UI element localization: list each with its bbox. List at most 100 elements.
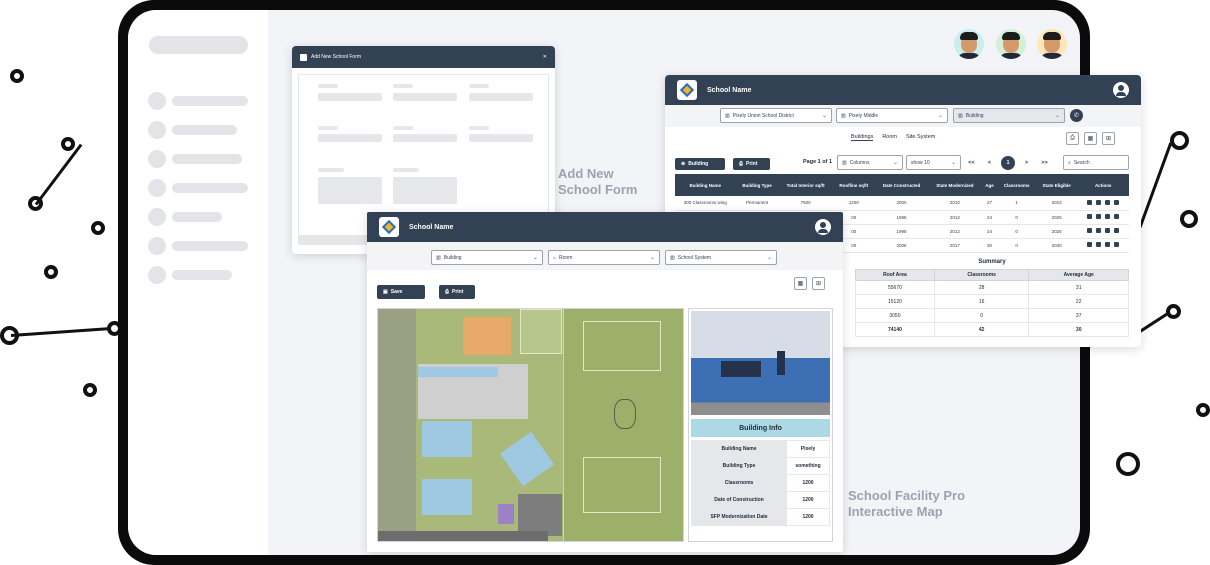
image-icon[interactable] bbox=[1087, 199, 1093, 205]
sidebar-item[interactable] bbox=[172, 125, 237, 135]
last-page-button[interactable]: >> bbox=[1038, 160, 1051, 166]
edit-icon[interactable] bbox=[1105, 242, 1111, 247]
user-icon[interactable] bbox=[1113, 82, 1129, 98]
columns-select[interactable]: ▥ Columns ⌄ bbox=[837, 155, 903, 170]
column-header[interactable]: Date Constructed bbox=[874, 174, 929, 196]
user-icon[interactable] bbox=[815, 219, 831, 235]
column-header[interactable]: Building Type bbox=[735, 174, 779, 196]
add-building-button[interactable]: ⊕ Building bbox=[675, 158, 725, 170]
field-input[interactable] bbox=[469, 134, 533, 142]
field-input[interactable] bbox=[469, 93, 533, 101]
search-input[interactable]: ⌕ Search bbox=[1063, 155, 1129, 170]
room-select[interactable]: ⌂ Room ⌄ bbox=[548, 250, 660, 265]
column-header[interactable]: Actions bbox=[1077, 174, 1129, 196]
page-size-select[interactable]: show 10 ⌄ bbox=[906, 155, 961, 170]
school-select[interactable]: ▥ Pixely Middle ⌄ bbox=[836, 108, 948, 123]
column-header[interactable]: Roofline sq/ft bbox=[832, 174, 875, 196]
table-view-icon[interactable]: ▦ bbox=[1084, 132, 1097, 145]
form-title: Add New School Form bbox=[311, 54, 362, 60]
sidebar-icon[interactable] bbox=[148, 92, 166, 110]
sidebar-icon[interactable] bbox=[148, 121, 166, 139]
stage: Add New School Form School Facility Pro … bbox=[0, 0, 1210, 565]
edit-icon[interactable] bbox=[1105, 199, 1111, 205]
grid-view-icon[interactable]: ⊞ bbox=[1102, 132, 1115, 145]
column-header[interactable]: Total Interior sq/ft bbox=[778, 174, 833, 196]
tab-site-system[interactable]: Site System bbox=[906, 134, 935, 141]
sidebar-item[interactable] bbox=[172, 241, 248, 251]
phone-icon[interactable]: ✆ bbox=[1070, 109, 1083, 122]
deco-node bbox=[1180, 210, 1198, 228]
sidebar-item[interactable] bbox=[172, 212, 222, 222]
user-avatar[interactable] bbox=[1037, 29, 1067, 59]
document-icon[interactable] bbox=[1096, 242, 1102, 247]
sidebar-icon[interactable] bbox=[148, 179, 166, 197]
close-icon[interactable]: ✕ bbox=[543, 54, 547, 60]
column-header[interactable]: State Eligible bbox=[1035, 174, 1078, 196]
trash-icon[interactable] bbox=[1114, 214, 1120, 219]
tab-room[interactable]: Room bbox=[882, 134, 897, 141]
sidebar-item[interactable] bbox=[172, 183, 248, 193]
image-icon[interactable] bbox=[1087, 214, 1093, 219]
document-icon[interactable] bbox=[1096, 214, 1102, 219]
user-avatar[interactable] bbox=[954, 29, 984, 59]
image-icon[interactable] bbox=[1087, 228, 1093, 233]
field-input[interactable] bbox=[318, 93, 382, 101]
printer-icon: ⎙ bbox=[739, 161, 744, 167]
summary-row: 15120 16 22 bbox=[855, 294, 1129, 309]
field-input[interactable] bbox=[393, 93, 457, 101]
table-cell: 0 bbox=[997, 224, 1036, 239]
sidebar-icon[interactable] bbox=[148, 266, 166, 284]
current-page-button[interactable]: 1 bbox=[1001, 156, 1015, 170]
building-select[interactable]: ▥ Building ⌄ bbox=[953, 108, 1065, 123]
column-header[interactable]: State Modernized bbox=[928, 174, 982, 196]
print-button[interactable]: ⎙ Print bbox=[439, 285, 475, 299]
chevron-down-icon: ⌄ bbox=[821, 113, 827, 119]
tab-buildings[interactable]: Buildings bbox=[851, 134, 874, 141]
document-icon[interactable] bbox=[1096, 228, 1102, 233]
table-cell: 0 bbox=[997, 210, 1036, 225]
sidebar-item[interactable] bbox=[172, 270, 232, 280]
district-select[interactable]: ▥ Pixely Union School District ⌄ bbox=[720, 108, 832, 123]
export-icon[interactable]: ⎙ bbox=[1066, 132, 1079, 145]
image-upload[interactable] bbox=[318, 177, 382, 204]
image-icon[interactable] bbox=[1087, 242, 1093, 247]
deco-node bbox=[10, 69, 24, 83]
sidebar-item[interactable] bbox=[172, 96, 248, 106]
edit-icon[interactable] bbox=[1105, 228, 1111, 233]
grid-view-icon[interactable]: ⊞ bbox=[812, 277, 825, 290]
print-label: Print bbox=[746, 161, 758, 167]
edit-icon[interactable] bbox=[1105, 214, 1111, 219]
summary-table: Roof Area Classrooms Average Age 55670 28 31… bbox=[855, 269, 1129, 337]
user-avatar[interactable] bbox=[996, 29, 1026, 59]
field-input[interactable] bbox=[393, 134, 457, 142]
first-page-button[interactable]: << bbox=[965, 160, 978, 166]
trash-icon[interactable] bbox=[1114, 199, 1120, 205]
column-header[interactable]: Building Name bbox=[675, 174, 736, 196]
save-button[interactable]: ▣ Save bbox=[377, 285, 425, 299]
trash-icon[interactable] bbox=[1114, 228, 1120, 233]
school-system-select[interactable]: ▥ School System ⌄ bbox=[665, 250, 777, 265]
table-cell: 24 bbox=[981, 224, 998, 239]
sidebar bbox=[128, 10, 268, 555]
column-header[interactable]: Classrooms bbox=[997, 174, 1036, 196]
print-button[interactable]: ⎙ Print bbox=[733, 158, 770, 170]
sidebar-icon[interactable] bbox=[148, 237, 166, 255]
table-row[interactable]: 300 Classrooms wing Permanent 7500 1200 2000… bbox=[675, 196, 1129, 211]
next-page-button[interactable]: > bbox=[1020, 160, 1033, 166]
deco-node bbox=[61, 137, 75, 151]
deco-node bbox=[91, 221, 105, 235]
trash-icon[interactable] bbox=[1114, 242, 1120, 247]
document-icon[interactable] bbox=[1096, 199, 1102, 205]
column-header[interactable]: Age bbox=[981, 174, 998, 196]
prev-page-button[interactable]: < bbox=[983, 160, 996, 166]
sidebar-item[interactable] bbox=[172, 154, 242, 164]
campus-map[interactable] bbox=[377, 308, 684, 542]
sidebar-icon[interactable] bbox=[148, 208, 166, 226]
table-view-icon[interactable]: ▦ bbox=[794, 277, 807, 290]
field-input[interactable] bbox=[318, 134, 382, 142]
summary-cell: 3050 bbox=[855, 308, 935, 323]
image-upload[interactable] bbox=[393, 177, 457, 204]
interactive-map-window: School Name ▥ Building ⌄ ⌂ Room ⌄ ▥ School Sy… bbox=[367, 212, 843, 552]
building-select[interactable]: ▥ Building ⌄ bbox=[431, 250, 543, 265]
sidebar-icon[interactable] bbox=[148, 150, 166, 168]
